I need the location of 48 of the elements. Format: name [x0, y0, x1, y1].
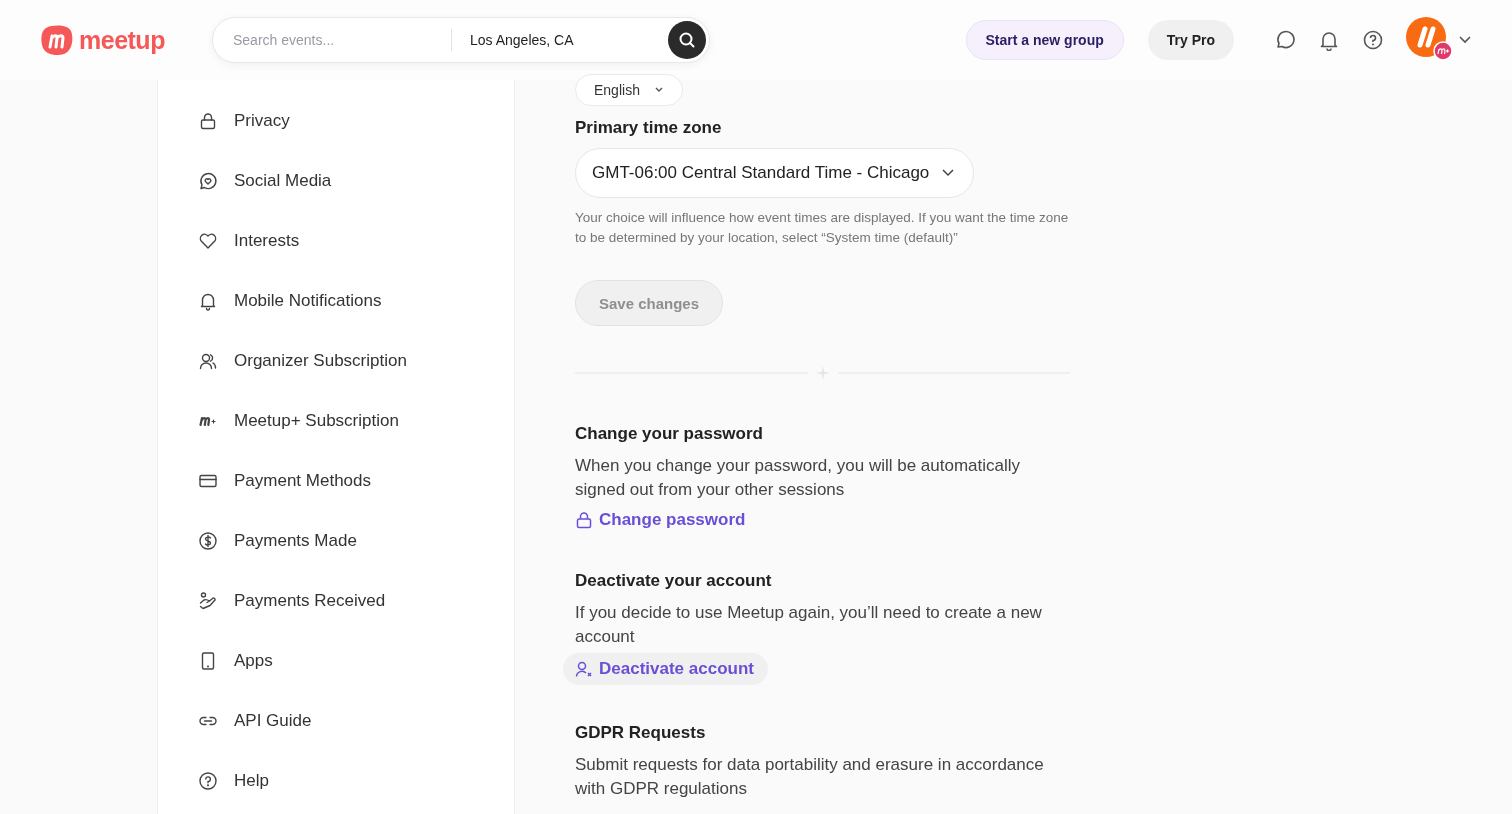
caret-icon[interactable] [1458, 35, 1472, 45]
people-icon [198, 351, 218, 371]
section-text: Submit requests for data portability and erasure in accordance with GDPR regulations [575, 754, 1045, 800]
help-icon [198, 771, 218, 791]
language-dropdown[interactable]: English [575, 74, 683, 106]
chat-icon[interactable] [1274, 29, 1296, 51]
heart-icon [198, 231, 218, 251]
remove-user-icon [575, 660, 593, 678]
help-text: Your choice will influence how event times are displayed. If you want the time zone to be determined by your location, select “System time (default)” [575, 209, 1070, 247]
caret-icon [653, 86, 664, 94]
change-password-link[interactable]: Change password [575, 510, 746, 530]
sidebar-item[interactable]: API Guide [198, 691, 514, 751]
sidebar-item[interactable]: Social Media [198, 151, 514, 211]
sidebar-item[interactable]: Meetup+ Subscription [198, 391, 514, 451]
start-group-button[interactable]: Start a new group [965, 20, 1124, 60]
section-text: When you change your password, you will be automatically signed out from your other sessions [575, 455, 1022, 501]
hand-icon [198, 591, 218, 611]
lock-icon [198, 111, 218, 131]
sidebar-item[interactable]: Payment Methods [198, 451, 514, 511]
sidebar-item[interactable]: Organizer Subscription [198, 331, 514, 391]
avatar-icon[interactable] [1406, 17, 1452, 63]
section-heading: Change your password [575, 424, 764, 444]
field-label: Primary time zone [575, 118, 722, 138]
bell-icon [198, 291, 218, 311]
section-text: If you decide to use Meetup again, you’ll need to create a new account [575, 602, 1043, 648]
caret-icon [941, 168, 956, 178]
sidebar-item[interactable]: Mobile Notifications [198, 271, 514, 331]
sidebar-item[interactable]: Privacy [198, 91, 514, 151]
location-field[interactable]: Los Angeles, CA [468, 31, 668, 49]
help-icon[interactable] [1362, 29, 1384, 51]
search-icon [678, 31, 696, 49]
deactivate-account-button[interactable]: Deactivate account [563, 653, 768, 685]
dollar-icon [198, 531, 218, 551]
search-field[interactable]: Search events... [231, 31, 435, 49]
logo-icon [40, 23, 74, 57]
try-pro-button[interactable]: Try Pro [1147, 20, 1234, 60]
section-heading: GDPR Requests [575, 723, 707, 743]
sidebar-item[interactable]: Help [198, 751, 514, 811]
sidebar-item[interactable]: Interests [198, 211, 514, 271]
lock-icon [575, 511, 593, 529]
section-heading: Deactivate your account [575, 571, 773, 591]
sidebar-item[interactable]: Apps [198, 631, 514, 691]
search-button[interactable] [668, 21, 706, 59]
notifications-icon[interactable] [1318, 29, 1340, 51]
sidebar-item[interactable]: Payments Received [198, 571, 514, 631]
time-zone-dropdown[interactable]: GMT-06:00 Central Standard Time - Chicago [575, 148, 975, 198]
sidebar-item[interactable]: Payments Made [198, 511, 514, 571]
chat-icon [198, 171, 218, 191]
